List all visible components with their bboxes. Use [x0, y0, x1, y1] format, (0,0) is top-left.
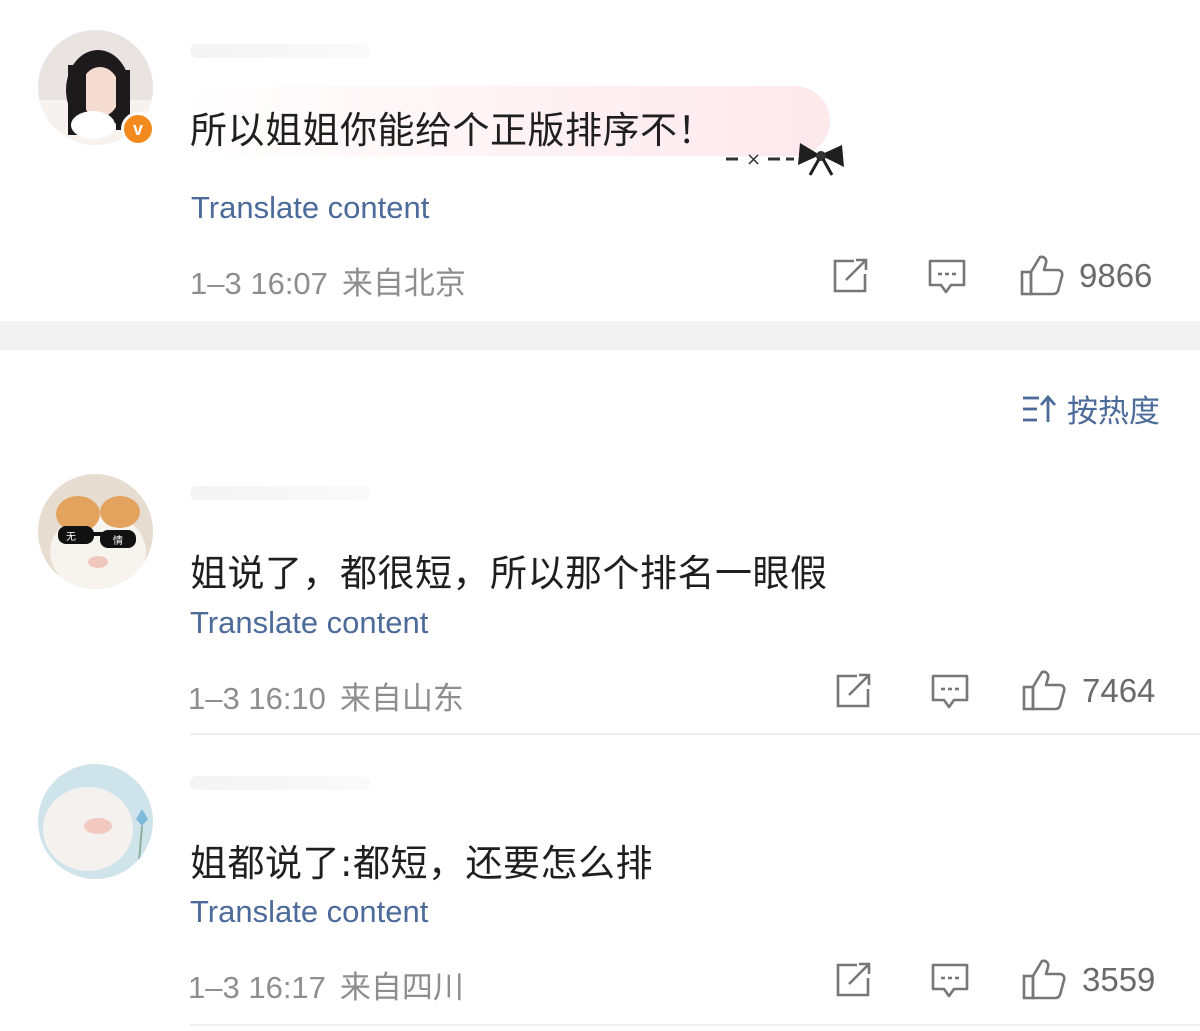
thumbs-up-icon — [1020, 255, 1064, 296]
share-icon — [836, 673, 871, 708]
comment-2: 无 情 姐说了，都很短，所以那个排名一眼假 Translate content … — [0, 470, 1200, 735]
comment-meta: 1–3 16:10 来自山东 — [188, 673, 478, 718]
reply-button[interactable] — [930, 962, 970, 1000]
svg-text:情: 情 — [113, 534, 123, 547]
comment-date: 1–3 16:17 — [188, 970, 326, 1005]
share-button[interactable] — [835, 673, 873, 709]
comment-icon — [931, 963, 969, 998]
section-separator — [0, 321, 1200, 350]
comment-1: v × 所以姐姐你能给个正版排序不！ Translate content 1–3… — [0, 0, 1200, 321]
share-button[interactable] — [832, 258, 870, 294]
username-blurred[interactable] — [190, 776, 370, 790]
thumbs-up-icon — [1022, 959, 1066, 1000]
comment-text: 所以姐姐你能给个正版排序不！ — [190, 109, 715, 152]
comment-text: 姐说了，都很短，所以那个排名一眼假 — [190, 552, 828, 595]
comment-meta: 1–3 16:17 来自四川 — [188, 962, 478, 1007]
share-button[interactable] — [835, 962, 873, 998]
share-icon — [833, 258, 868, 293]
share-icon — [836, 962, 871, 997]
comment-text: 姐都说了:都短，还要怎么排 — [190, 842, 653, 885]
avatar[interactable]: 无 情 — [38, 474, 153, 589]
verified-badge-icon: v — [121, 112, 155, 146]
comment-location: 来自四川 — [339, 970, 464, 1005]
comment-meta: 1–3 16:07 来自北京 — [190, 258, 480, 303]
translate-link[interactable]: Translate content — [190, 605, 428, 641]
username-blurred[interactable] — [190, 44, 370, 58]
comment-icon — [931, 674, 969, 709]
comment-divider — [190, 1024, 1200, 1026]
like-button[interactable] — [1020, 254, 1064, 296]
username-blurred[interactable] — [190, 486, 370, 500]
svg-text:×: × — [746, 149, 761, 170]
comment-date: 1–3 16:07 — [190, 266, 328, 301]
like-count: 3559 — [1082, 961, 1156, 998]
reply-button[interactable] — [927, 258, 967, 296]
svg-text:无: 无 — [66, 532, 76, 543]
sort-label: 按热度 — [1067, 394, 1160, 430]
like-button[interactable] — [1022, 958, 1066, 1000]
avatar[interactable] — [38, 764, 153, 879]
translate-link[interactable]: Translate content — [190, 894, 428, 930]
reply-button[interactable] — [930, 673, 970, 711]
sort-icon — [1023, 394, 1057, 422]
comment-divider — [190, 733, 1200, 735]
thumbs-up-icon — [1022, 670, 1066, 711]
comment-location: 来自北京 — [341, 266, 466, 301]
like-count: 7464 — [1082, 672, 1156, 709]
comment-3: 姐都说了:都短，还要怎么排 Translate content 1–3 16:1… — [0, 760, 1200, 1031]
translate-link[interactable]: Translate content — [191, 190, 429, 226]
comment-date: 1–3 16:10 — [188, 681, 326, 716]
like-count: 9866 — [1079, 257, 1153, 294]
comment-icon — [928, 259, 966, 294]
comment-location: 来自山东 — [339, 681, 464, 716]
bow-decoration-icon: × — [726, 143, 844, 176]
sort-by-hot-button[interactable]: 按热度 — [1021, 386, 1160, 431]
like-button[interactable] — [1022, 669, 1066, 711]
